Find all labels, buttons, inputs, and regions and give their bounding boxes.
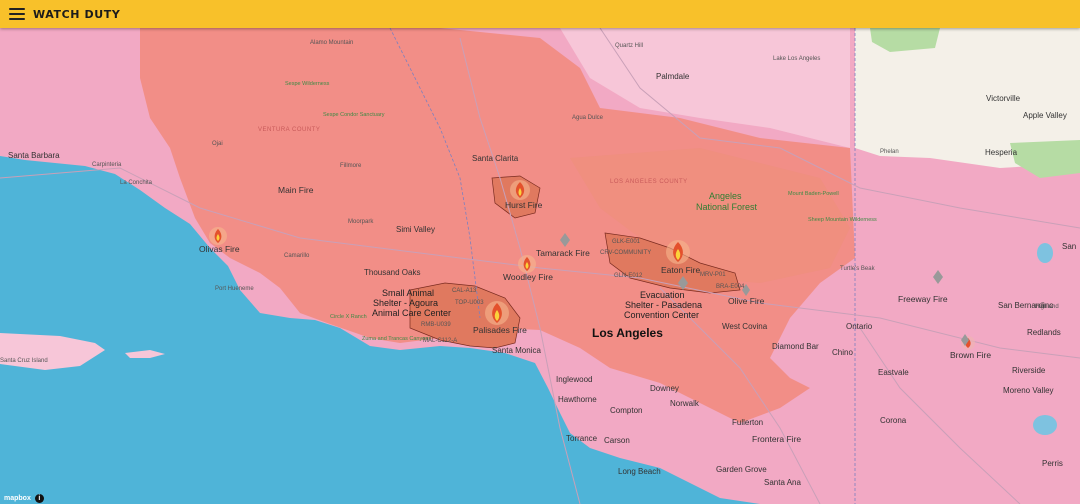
shelter-label-line: Shelter - Pasadena xyxy=(625,300,702,310)
small-label: Circle X Ranch xyxy=(330,314,367,320)
lake-icon xyxy=(1033,415,1057,435)
fire-label: Woodley Fire xyxy=(503,272,553,282)
small-label: Sespe Condor Sanctuary xyxy=(323,112,385,118)
city-label: Downey xyxy=(650,384,679,393)
city-label: Hesperia xyxy=(985,148,1018,157)
city-label: Inglewood xyxy=(556,375,592,384)
city-label: Santa Monica xyxy=(492,346,541,355)
city-label: Ontario xyxy=(846,322,873,331)
city-label: Ojai xyxy=(212,141,223,147)
city-label: Riverside xyxy=(1012,366,1046,375)
city-label: Corona xyxy=(880,416,907,425)
flame-icon[interactable] xyxy=(666,240,690,264)
small-label: Turtle's Beak xyxy=(840,266,876,272)
city-label: Moorpark xyxy=(348,219,374,225)
zone-code-label: RMB-U039 xyxy=(421,322,451,328)
shelter-label-line: Small Animal xyxy=(382,288,434,298)
zone-code-label: MAL-C112-A xyxy=(423,338,457,344)
zone-code-label: GLK-E001 xyxy=(612,239,641,245)
city-label: Simi Valley xyxy=(396,225,435,234)
city-label: Port Hueneme xyxy=(215,286,254,292)
small-label: LOS ANGELES COUNTY xyxy=(610,179,688,185)
city-label: La Conchita xyxy=(120,180,153,186)
city-label: Diamond Bar xyxy=(772,342,819,351)
city-label: Lake Los Angeles xyxy=(773,56,820,62)
major-city-label: Los Angeles xyxy=(592,326,663,340)
zone-code-label: MRV-P01 xyxy=(700,272,726,278)
forest-label-line2: National Forest xyxy=(696,202,758,212)
city-label: Santa Ana xyxy=(764,478,801,487)
small-label: Sespe Wilderness xyxy=(285,81,330,87)
shelter-label-line: Animal Care Center xyxy=(372,308,451,318)
app-title: WATCH DUTY xyxy=(33,7,121,21)
city-label: Camarillo xyxy=(284,253,310,259)
lake-icon-2 xyxy=(1037,243,1053,263)
hamburger-menu-icon[interactable] xyxy=(9,8,25,20)
small-label: Agua Dulce xyxy=(572,115,604,121)
city-label: Long Beach xyxy=(618,467,661,476)
city-label: Redlands xyxy=(1027,328,1061,337)
flame-icon[interactable] xyxy=(209,227,227,245)
city-label: Eastvale xyxy=(878,368,909,377)
map-attribution: mapbox i xyxy=(4,494,44,503)
fire-label: Frontera Fire xyxy=(752,434,801,444)
small-label: Zuma and Trancas Canyons xyxy=(362,336,431,342)
city-label: Fillmore xyxy=(340,163,362,169)
city-label: Torrance xyxy=(566,434,598,443)
shelter-label-line: Shelter - Agoura xyxy=(373,298,438,308)
city-label: West Covina xyxy=(722,322,768,331)
city-label: Fullerton xyxy=(732,418,763,427)
small-label: Mount Baden-Powell xyxy=(788,191,839,197)
flame-icon[interactable] xyxy=(518,255,536,273)
fire-label: Olive Fire xyxy=(728,296,765,306)
shelter-label-line: Evacuation xyxy=(640,290,685,300)
city-label: Quartz Hill xyxy=(615,43,643,49)
city-label: Santa Clarita xyxy=(472,154,519,163)
city-label: Thousand Oaks xyxy=(364,268,420,277)
zone-code-label: BRA-E004 xyxy=(716,284,745,290)
city-label: Compton xyxy=(610,406,642,415)
small-label: Sheep Mountain Wilderness xyxy=(808,217,877,223)
fire-label: Tamarack Fire xyxy=(536,248,590,258)
mapbox-logo: mapbox xyxy=(4,495,31,502)
zone-code-label: GLN-E012 xyxy=(614,273,643,279)
fire-label: Eaton Fire xyxy=(661,265,700,275)
city-label: Moreno Valley xyxy=(1003,386,1054,395)
santa-cruz-island-shape xyxy=(0,333,105,370)
flame-icon[interactable] xyxy=(510,180,530,200)
zone-code-label: TOP-U003 xyxy=(455,300,484,306)
fire-map[interactable]: Santa Barbara Carpinteria La Conchita Oj… xyxy=(0,28,1080,504)
zone-code-label: CRV-COMMUNITY xyxy=(600,250,651,256)
city-label: Perris xyxy=(1042,459,1063,468)
city-label: Carson xyxy=(604,436,630,445)
shelter-label-line: Convention Center xyxy=(624,310,699,320)
city-label: Norwalk xyxy=(670,399,700,408)
city-label: Santa Barbara xyxy=(8,151,60,160)
fire-label: Palisades Fire xyxy=(473,325,527,335)
forest-label-line1: Angeles xyxy=(709,191,742,201)
fire-label: Brown Fire xyxy=(950,350,991,360)
small-label: VENTURA COUNTY xyxy=(258,127,320,133)
city-label: Garden Grove xyxy=(716,465,767,474)
city-label: Victorville xyxy=(986,94,1021,103)
fire-label: Main Fire xyxy=(278,185,314,195)
city-label: Hawthorne xyxy=(558,395,597,404)
info-icon[interactable]: i xyxy=(34,494,44,503)
city-label: Chino xyxy=(832,348,853,357)
city-label: Apple Valley xyxy=(1023,111,1067,120)
anacapa-island-shape xyxy=(125,350,165,358)
city-label: Phelan xyxy=(880,149,899,155)
flame-icon[interactable] xyxy=(485,301,509,325)
small-label: Santa Cruz Island xyxy=(0,358,48,364)
app-header: WATCH DUTY xyxy=(0,0,1080,28)
city-label: Carpinteria xyxy=(92,162,122,168)
fire-label: Olivas Fire xyxy=(199,244,240,254)
city-label: Palmdale xyxy=(656,72,690,81)
fire-label: Freeway Fire xyxy=(898,294,948,304)
small-label: Alamo Mountain xyxy=(310,40,353,46)
city-label: Highland xyxy=(1035,304,1059,310)
zone-code-label: CAL-A13 xyxy=(452,288,477,294)
city-label: San xyxy=(1062,242,1076,251)
fire-label: Hurst Fire xyxy=(505,200,543,210)
